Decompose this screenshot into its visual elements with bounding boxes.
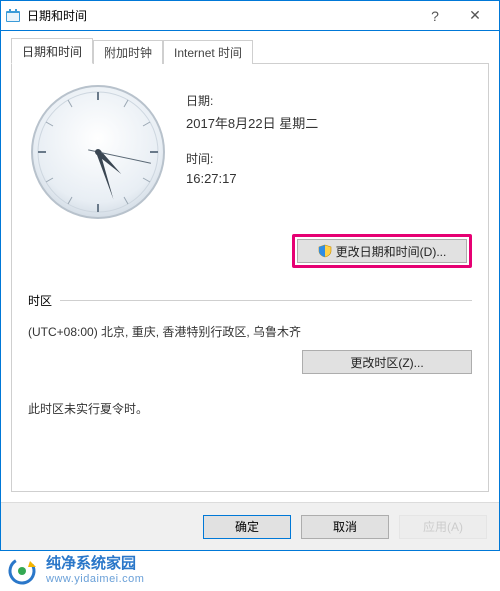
tabpanel-datetime: 日期: 2017年8月22日 星期二 时间: 16:27:17 更改日期和时间(…	[11, 63, 489, 492]
watermark-line2: www.yidaimei.com	[46, 573, 144, 586]
timezone-value: (UTC+08:00) 北京, 重庆, 香港特别行政区, 乌鲁木齐	[28, 323, 472, 340]
watermark: 纯净系统家园 www.yidaimei.com	[0, 551, 500, 591]
time-value: 16:27:17	[186, 171, 472, 186]
tab-datetime[interactable]: 日期和时间	[11, 38, 93, 64]
datetime-info: 日期: 2017年8月22日 星期二 时间: 16:27:17	[186, 82, 472, 222]
datetime-row: 日期: 2017年8月22日 星期二 时间: 16:27:17	[28, 82, 472, 222]
help-button[interactable]: ?	[415, 2, 455, 30]
tabstrip: 日期和时间 附加时钟 Internet 时间	[11, 39, 489, 63]
change-datetime-row: 更改日期和时间(D)...	[28, 234, 472, 268]
change-datetime-label: 更改日期和时间(D)...	[336, 243, 447, 260]
timezone-section-label: 时区	[28, 292, 52, 309]
tab-additional-clocks[interactable]: 附加时钟	[93, 40, 163, 64]
highlight-box: 更改日期和时间(D)...	[292, 234, 472, 268]
window-controls: ? ✕	[415, 2, 495, 30]
ok-button[interactable]: 确定	[203, 515, 291, 539]
titlebar: 日期和时间 ? ✕	[1, 1, 499, 31]
cancel-button[interactable]: 取消	[301, 515, 389, 539]
change-timezone-label: 更改时区(Z)...	[350, 354, 423, 371]
divider	[60, 300, 472, 301]
watermark-line1: 纯净系统家园	[46, 555, 144, 573]
change-datetime-button[interactable]: 更改日期和时间(D)...	[297, 239, 467, 263]
dialog-button-bar: 确定 取消 应用(A)	[1, 502, 499, 550]
tab-internet-time[interactable]: Internet 时间	[163, 40, 253, 64]
uac-shield-icon	[318, 244, 332, 258]
analog-clock	[28, 82, 168, 222]
timezone-header-row: 时区	[28, 292, 472, 309]
change-timezone-button[interactable]: 更改时区(Z)...	[302, 350, 472, 374]
window-title: 日期和时间	[27, 7, 415, 24]
date-value: 2017年8月22日 星期二	[186, 113, 472, 132]
watermark-text: 纯净系统家园 www.yidaimei.com	[46, 555, 144, 586]
close-button[interactable]: ✕	[455, 2, 495, 30]
apply-button[interactable]: 应用(A)	[399, 515, 487, 539]
dst-note: 此时区未实行夏令时。	[28, 400, 472, 417]
time-label: 时间:	[186, 150, 472, 167]
watermark-logo-icon	[6, 555, 38, 587]
date-label: 日期:	[186, 92, 472, 109]
dialog-body: 日期和时间 附加时钟 Internet 时间	[1, 31, 499, 502]
change-tz-row: 更改时区(Z)...	[28, 350, 472, 374]
datetime-dialog: 日期和时间 ? ✕ 日期和时间 附加时钟 Internet 时间	[0, 0, 500, 551]
clock-app-icon	[5, 8, 21, 24]
